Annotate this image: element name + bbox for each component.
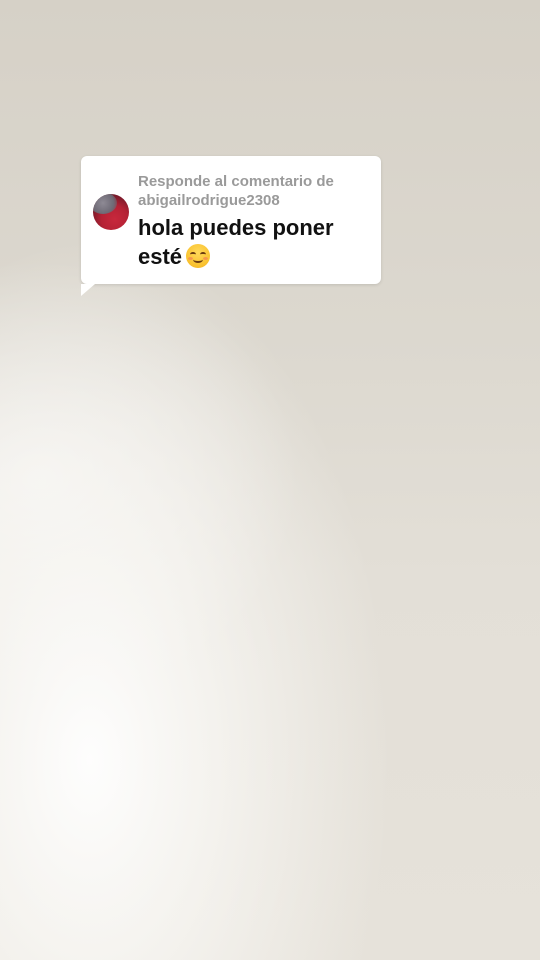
video-background[interactable] [0,0,540,960]
reply-label: Responde al comentario de [138,173,334,190]
bubble-tail [81,284,95,296]
comment-text: hola puedes poner esté [138,215,334,269]
commenter-avatar [93,194,129,230]
reply-comment-sticker[interactable]: Responde al comentario de abigailrodrigu… [81,156,381,296]
smiling-face-emoji-icon [186,244,211,268]
commenter-username: abigailrodrigue2308 [138,192,280,209]
comment-text-block: hola puedes poner esté [138,213,370,271]
